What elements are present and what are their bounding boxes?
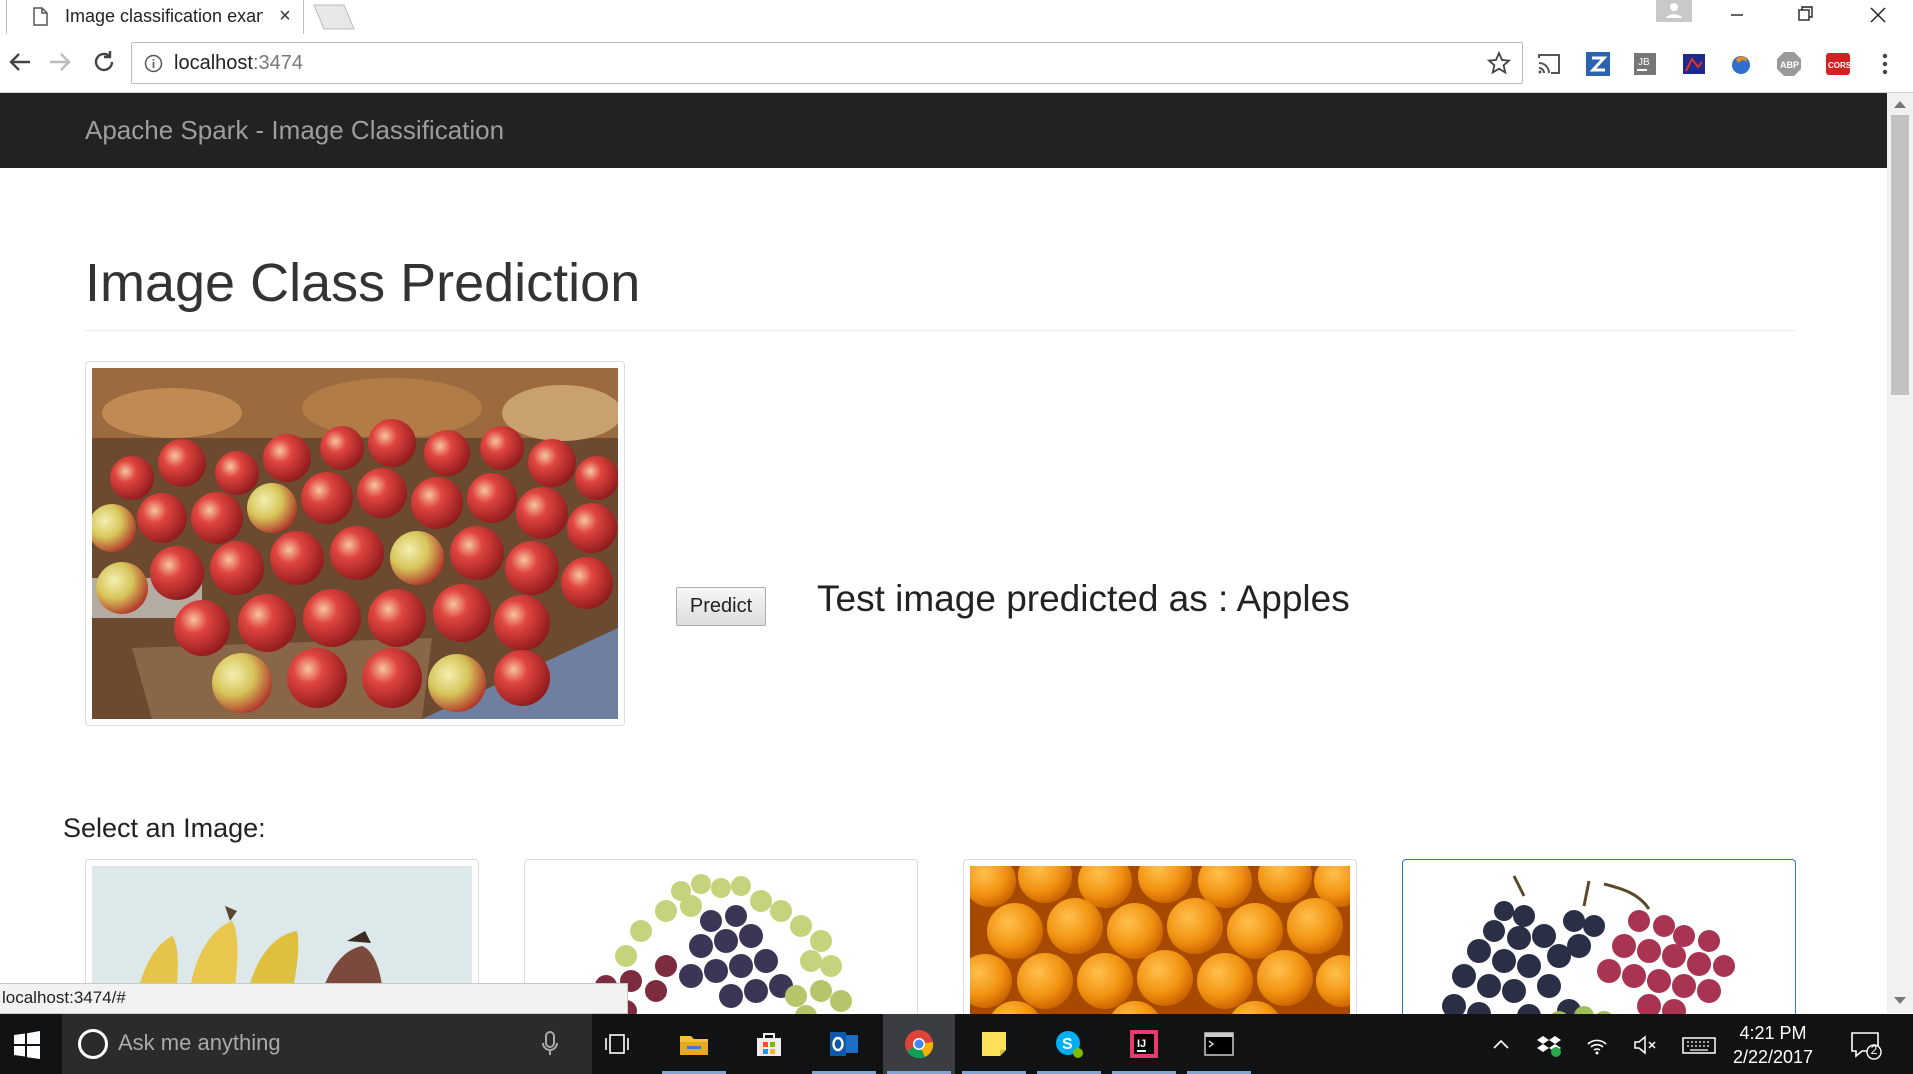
terminal-icon	[1204, 1032, 1234, 1056]
profile-icon[interactable]	[1656, 0, 1692, 22]
back-arrow-icon[interactable]	[4, 46, 36, 78]
site-navbar: Apache Spark - Image Classification	[0, 93, 1887, 168]
wifi-icon[interactable]	[1584, 1032, 1610, 1058]
action-center-icon[interactable]: 2	[1850, 1030, 1882, 1060]
keyboard-icon[interactable]	[1682, 1032, 1716, 1058]
prediction-result: Test image predicted as : Apples	[817, 578, 1350, 619]
cortana-icon	[78, 1029, 108, 1059]
scrollbar-thumb[interactable]	[1891, 115, 1909, 395]
scroll-down-icon[interactable]	[1894, 997, 1906, 1004]
forward-arrow-icon[interactable]	[44, 46, 76, 78]
adblock-plus-icon[interactable]: ABP	[1776, 51, 1802, 77]
windows-taskbar: Ask me anything S IJ 4:21 PM 2/22/2017 2	[0, 1014, 1913, 1074]
cors-icon[interactable]: CORS	[1825, 51, 1851, 77]
taskbar-terminal[interactable]	[1183, 1014, 1255, 1074]
windows-start-icon[interactable]	[12, 1030, 42, 1060]
url-text: localhost:3474	[174, 52, 303, 75]
show-hidden-icons-icon[interactable]	[1488, 1032, 1514, 1058]
browser-tab[interactable]: Image classification exan ×	[6, 0, 304, 34]
dark-grapes-image	[1409, 866, 1789, 1018]
predict-button[interactable]: Predict	[676, 587, 766, 626]
store-bag-icon	[757, 1033, 781, 1056]
zotero-icon[interactable]	[1585, 51, 1611, 77]
screen: Image classification exan × localhost:34…	[0, 0, 1913, 1074]
folder-icon	[680, 1036, 708, 1055]
minimize-icon[interactable]	[1712, 0, 1762, 32]
info-icon[interactable]	[144, 54, 163, 73]
skype-icon: S	[1056, 1031, 1083, 1058]
svg-text:JB: JB	[1638, 57, 1650, 68]
reload-icon[interactable]	[88, 46, 120, 78]
microphone-icon[interactable]	[540, 1030, 560, 1058]
browser-tab-strip: Image classification exan ×	[0, 0, 1913, 34]
notification-count: 2	[1870, 1043, 1878, 1057]
cortana-placeholder: Ask me anything	[118, 1030, 281, 1055]
taskbar-sticky-notes[interactable]	[958, 1014, 1030, 1074]
svg-text:IJ: IJ	[1137, 1038, 1146, 1050]
vertical-scrollbar[interactable]	[1887, 93, 1913, 1013]
oranges-image	[964, 860, 1356, 1018]
close-tab-icon[interactable]: ×	[275, 4, 295, 28]
clock-date: 2/22/2017	[1732, 1047, 1814, 1067]
apples-image	[88, 368, 622, 719]
sticky-notes-icon	[982, 1032, 1006, 1056]
taskbar-store[interactable]	[733, 1014, 805, 1074]
title-divider	[85, 330, 1795, 331]
cortana-search-box[interactable]: Ask me anything	[62, 1014, 592, 1074]
address-bar[interactable]: localhost:3474	[131, 42, 1523, 84]
close-window-icon[interactable]	[1852, 0, 1902, 32]
clock-time: 4:21 PM	[1739, 1023, 1807, 1043]
system-clock[interactable]: 4:21 PM 2/22/2017	[1718, 1021, 1828, 1069]
bookmark-star-icon[interactable]	[1486, 50, 1512, 76]
taskbar-file-explorer[interactable]	[658, 1014, 730, 1074]
scroll-up-icon[interactable]	[1894, 101, 1906, 108]
url-port: :3474	[252, 52, 303, 74]
restore-icon[interactable]	[1780, 0, 1830, 32]
navbar-brand[interactable]: Apache Spark - Image Classification	[85, 115, 504, 146]
taskbar-skype[interactable]: S	[1033, 1014, 1105, 1074]
svg-text:S: S	[1062, 1036, 1073, 1053]
svg-text:CORS: CORS	[1828, 61, 1851, 70]
document-icon	[33, 7, 48, 26]
outlook-icon	[830, 1032, 858, 1056]
page-title: Image Class Prediction	[85, 253, 641, 313]
firefox-sync-icon[interactable]	[1728, 51, 1754, 77]
svg-text:ABP: ABP	[1780, 60, 1799, 70]
taskbar-chrome[interactable]	[883, 1014, 955, 1074]
intellij-icon: IJ	[1130, 1030, 1158, 1058]
tab-title: Image classification exan	[65, 6, 263, 26]
dropbox-icon[interactable]	[1536, 1032, 1562, 1058]
new-tab-button[interactable]	[308, 4, 356, 30]
thumbnail-oranges[interactable]	[963, 859, 1357, 1019]
task-view-icon[interactable]	[604, 1031, 630, 1057]
menu-dots-icon[interactable]	[1872, 51, 1898, 77]
url-host: localhost	[174, 52, 253, 74]
thumbnail-grapes-dark[interactable]	[1402, 859, 1796, 1019]
link-status-bubble: localhost:3474/#	[0, 983, 628, 1014]
selected-image-thumbnail	[85, 361, 625, 726]
chrome-icon	[905, 1030, 934, 1059]
volume-muted-icon[interactable]	[1632, 1032, 1658, 1058]
browser-toolbar: localhost:3474 JB ABP CORS	[0, 34, 1913, 93]
taskbar-outlook[interactable]	[808, 1014, 880, 1074]
jetbrains-icon[interactable]: JB	[1632, 51, 1658, 77]
extension-icon[interactable]	[1681, 51, 1707, 77]
cast-icon[interactable]	[1536, 51, 1562, 77]
taskbar-intellij[interactable]: IJ	[1108, 1014, 1180, 1074]
select-image-label: Select an Image:	[63, 813, 266, 843]
